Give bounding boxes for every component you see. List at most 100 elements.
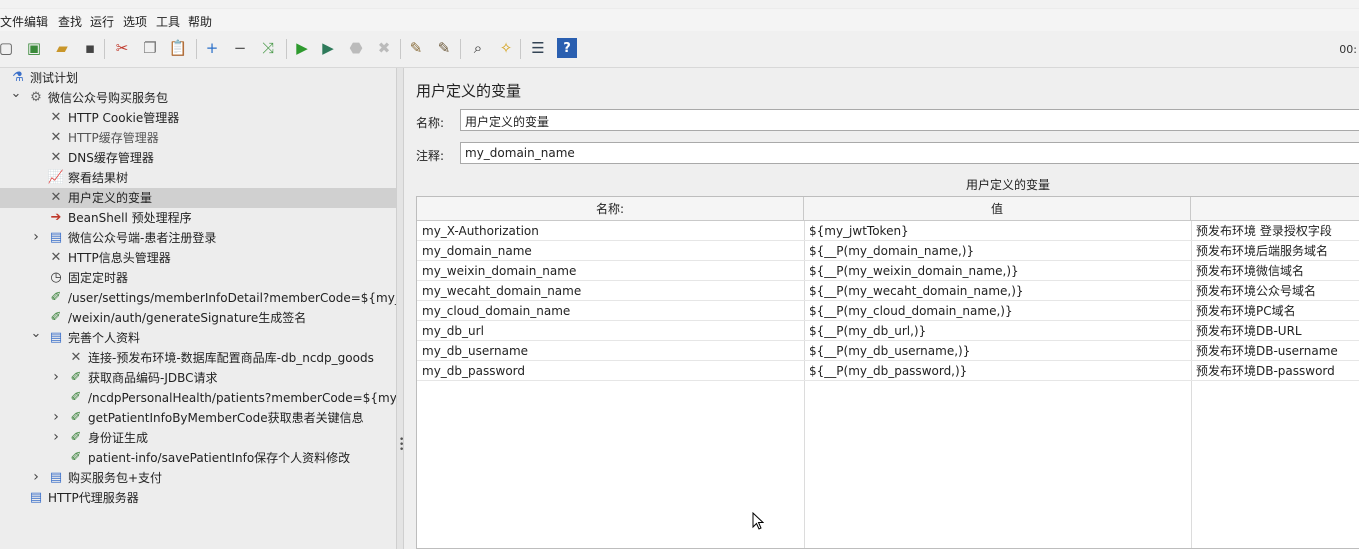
clear-all-icon[interactable]: ✎ bbox=[434, 38, 454, 58]
table-cell-value[interactable]: ${__P(my_cloud_domain_name,)} bbox=[804, 301, 1191, 321]
tree-node[interactable]: ✕ DNS缓存管理器 bbox=[0, 148, 396, 168]
tree-node[interactable]: ⌄ ⚙ 微信公众号购买服务包 bbox=[0, 86, 396, 108]
table-cell-desc[interactable]: 预发布环境DB-password bbox=[1191, 361, 1359, 381]
tree-node[interactable]: ✐ /ncdpPersonalHealth/patients?memberCode… bbox=[0, 388, 396, 408]
tree-node[interactable]: 📈 察看结果树 bbox=[0, 168, 396, 188]
reset-search-icon[interactable]: ✧ bbox=[496, 38, 516, 58]
start-icon[interactable]: ▶ bbox=[292, 38, 312, 58]
name-field[interactable]: 用户定义的变量 bbox=[460, 109, 1359, 131]
shutdown-icon[interactable]: ✖ bbox=[374, 38, 394, 58]
start-no-pause-icon[interactable]: ▶ bbox=[318, 38, 338, 58]
tree-node[interactable]: ✐ patient-info/savePatientInfo保存个人资料修改 bbox=[0, 448, 396, 468]
table-row[interactable]: my_db_url ${__P(my_db_url,)} 预发布环境DB-URL bbox=[417, 321, 1359, 341]
table-cell-value[interactable]: ${__P(my_wecaht_domain_name,)} bbox=[804, 281, 1191, 301]
help-icon[interactable]: ? bbox=[557, 38, 577, 58]
table-row[interactable]: my_db_password ${__P(my_db_password,)} 预发布… bbox=[417, 361, 1359, 381]
menu-item-2[interactable]: 查找 bbox=[58, 13, 82, 30]
paste-icon[interactable]: 📋 bbox=[168, 38, 188, 58]
menu-item-4[interactable]: 选项 bbox=[123, 13, 147, 30]
tree-node-label: HTTP缓存管理器 bbox=[68, 131, 159, 145]
config-icon: ✕ bbox=[50, 250, 62, 265]
table-cell-desc[interactable]: 预发布环境公众号域名 bbox=[1191, 281, 1359, 301]
tree-node[interactable]: › ▤ 微信公众号端-患者注册登录 bbox=[0, 228, 396, 248]
tree-node[interactable]: ▤ HTTP代理服务器 bbox=[0, 488, 396, 508]
cut-icon[interactable]: ✂ bbox=[112, 38, 132, 58]
table-cell-desc[interactable]: 预发布环境DB-username bbox=[1191, 341, 1359, 361]
tree-node[interactable]: › ▤ 购买服务包+支付 bbox=[0, 468, 396, 488]
table-cell-value[interactable]: ${my_jwtToken} bbox=[804, 221, 1191, 241]
menu-item-1[interactable]: 编辑 bbox=[24, 13, 48, 30]
clear-icon[interactable]: ✎ bbox=[406, 38, 426, 58]
expand-arrow-icon[interactable]: › bbox=[30, 227, 42, 247]
table-cell-name[interactable]: my_X-Authorization bbox=[417, 221, 804, 241]
tree-node[interactable]: ◷ 固定定时器 bbox=[0, 268, 396, 288]
menu-item-0[interactable]: 文件 bbox=[0, 13, 24, 30]
templates-icon[interactable]: ▣ bbox=[24, 38, 44, 58]
tree-node-label: patient-info/savePatientInfo保存个人资料修改 bbox=[88, 451, 351, 465]
comment-field[interactable]: my_domain_name bbox=[460, 142, 1359, 164]
table-cell-value[interactable]: ${__P(my_db_url,)} bbox=[804, 321, 1191, 341]
save-icon[interactable]: ▪ bbox=[80, 38, 100, 58]
stop-icon[interactable]: ⬣ bbox=[346, 38, 366, 58]
column-header-value[interactable]: 值 bbox=[804, 197, 1191, 221]
tree-node[interactable]: ✕ HTTP缓存管理器 bbox=[0, 128, 396, 148]
preprocessor-icon: ➔ bbox=[50, 210, 62, 225]
table-cell-desc[interactable]: 预发布环境DB-URL bbox=[1191, 321, 1359, 341]
tree-node[interactable]: ➔ BeanShell 预处理程序 bbox=[0, 208, 396, 228]
expand-icon[interactable]: + bbox=[202, 38, 222, 58]
tree-node[interactable]: › ✐ 获取商品编码-JDBC请求 bbox=[0, 368, 396, 388]
tree-node[interactable]: ✕ HTTP Cookie管理器 bbox=[0, 108, 396, 128]
tree-node[interactable]: › ✐ 身份证生成 bbox=[0, 428, 396, 448]
table-cell-desc[interactable]: 预发布环境PC域名 bbox=[1191, 301, 1359, 321]
menu-item-6[interactable]: 帮助 bbox=[188, 13, 212, 30]
tree-node[interactable]: ✕ HTTP信息头管理器 bbox=[0, 248, 396, 268]
table-cell-desc[interactable]: 预发布环境 登录授权字段 bbox=[1191, 221, 1359, 241]
table-cell-name[interactable]: my_cloud_domain_name bbox=[417, 301, 804, 321]
table-cell-name[interactable]: my_db_url bbox=[417, 321, 804, 341]
table-cell-name[interactable]: my_db_password bbox=[417, 361, 804, 381]
column-header-description[interactable] bbox=[1191, 197, 1359, 221]
table-cell-name[interactable]: my_wecaht_domain_name bbox=[417, 281, 804, 301]
expand-arrow-icon[interactable]: › bbox=[30, 467, 42, 487]
table-cell-value[interactable]: ${__P(my_weixin_domain_name,)} bbox=[804, 261, 1191, 281]
collapse-arrow-icon[interactable]: ⌄ bbox=[30, 324, 42, 344]
tree-node[interactable]: ⌄ ▤ 完善个人资料 bbox=[0, 326, 396, 348]
tree-node[interactable]: › ✐ getPatientInfoByMemberCode获取患者关键信息 bbox=[0, 408, 396, 428]
menu-item-3[interactable]: 运行 bbox=[90, 13, 114, 30]
expand-arrow-icon[interactable]: › bbox=[50, 427, 62, 447]
tree-node[interactable]: ✕ 连接-预发布环境-数据库配置商品库-db_ncdp_goods bbox=[0, 348, 396, 368]
table-cell-desc[interactable]: 预发布环境后端服务域名 bbox=[1191, 241, 1359, 261]
open-icon[interactable]: ▰ bbox=[52, 38, 72, 58]
toggle-icon[interactable]: ⤨ bbox=[258, 38, 278, 58]
pane-splitter[interactable]: • • • bbox=[396, 68, 404, 549]
table-cell-value[interactable]: ${__P(my_db_password,)} bbox=[804, 361, 1191, 381]
function-helper-icon[interactable]: ☰ bbox=[528, 38, 548, 58]
table-row[interactable]: my_X-Authorization ${my_jwtToken} 预发布环境 登录… bbox=[417, 221, 1359, 241]
table-cell-value[interactable]: ${__P(my_db_username,)} bbox=[804, 341, 1191, 361]
table-cell-desc[interactable]: 预发布环境微信域名 bbox=[1191, 261, 1359, 281]
collapse-arrow-icon[interactable]: ⌄ bbox=[10, 84, 22, 104]
tree-node[interactable]: ✐ /user/settings/memberInfoDetail?memberC… bbox=[0, 288, 396, 308]
expand-arrow-icon[interactable]: › bbox=[50, 367, 62, 387]
column-header-name[interactable]: 名称: bbox=[417, 197, 804, 221]
collapse-icon[interactable]: − bbox=[230, 38, 250, 58]
tree-node[interactable]: ⚗ 测试计划 bbox=[0, 68, 396, 88]
table-row[interactable]: my_weixin_domain_name ${__P(my_weixin_dom… bbox=[417, 261, 1359, 281]
tree-node[interactable]: ✕ 用户定义的变量 bbox=[0, 188, 396, 208]
tree-node[interactable]: ✐ /weixin/auth/generateSignature生成签名 bbox=[0, 308, 396, 328]
menu-item-5[interactable]: 工具 bbox=[156, 13, 180, 30]
table-cell-name[interactable]: my_domain_name bbox=[417, 241, 804, 261]
expand-arrow-icon[interactable]: › bbox=[50, 407, 62, 427]
search-icon[interactable]: ⌕ bbox=[468, 38, 488, 58]
table-cell-name[interactable]: my_db_username bbox=[417, 341, 804, 361]
table-row[interactable]: my_db_username ${__P(my_db_username,)} 预发布… bbox=[417, 341, 1359, 361]
name-field-label: 名称: bbox=[416, 116, 445, 130]
table-cell-name[interactable]: my_weixin_domain_name bbox=[417, 261, 804, 281]
table-row[interactable]: my_cloud_domain_name ${__P(my_cloud_domai… bbox=[417, 301, 1359, 321]
table-row[interactable]: my_wecaht_domain_name ${__P(my_wecaht_dom… bbox=[417, 281, 1359, 301]
copy-icon[interactable]: ❐ bbox=[140, 38, 160, 58]
new-icon[interactable]: ▢ bbox=[0, 38, 16, 58]
table-row[interactable]: my_domain_name ${__P(my_domain_name,)} 预发布… bbox=[417, 241, 1359, 261]
sampler-icon: ✐ bbox=[50, 310, 62, 325]
table-cell-value[interactable]: ${__P(my_domain_name,)} bbox=[804, 241, 1191, 261]
